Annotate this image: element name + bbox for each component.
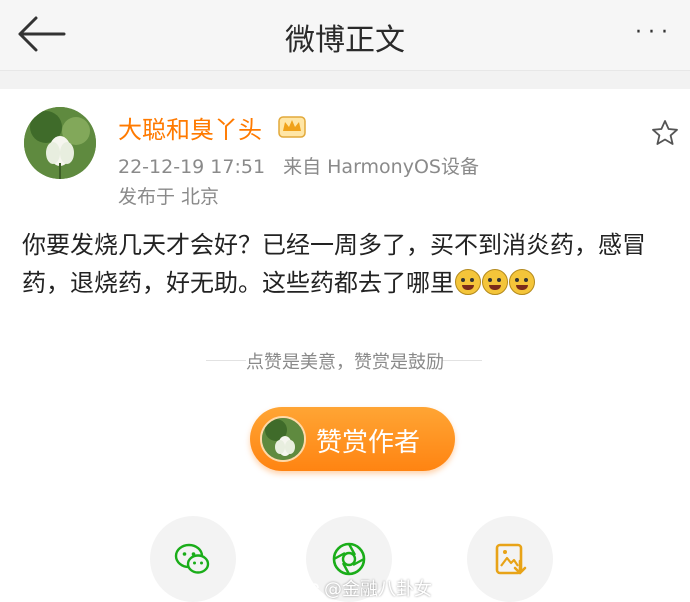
watermark: @金融八卦女 <box>300 575 432 601</box>
author-name[interactable]: 大聪和臭丫头 <box>118 110 262 145</box>
wechat-icon <box>174 543 210 574</box>
post-location: 发布于 北京 <box>118 186 220 208</box>
watermark-text: @金融八卦女 <box>324 579 432 600</box>
vip-crown-icon <box>278 116 306 138</box>
page-title: 微博正文 <box>285 23 405 58</box>
lotus-avatar-image <box>24 107 96 179</box>
post-source: 来自 HarmonyOS设备 <box>283 156 479 178</box>
weibo-logo-icon <box>300 583 319 597</box>
author-avatar[interactable] <box>24 107 96 179</box>
post-meta: 22-12-19 17:51 来自 HarmonyOS设备 <box>118 152 479 179</box>
moments-icon <box>332 542 366 576</box>
save-image-icon <box>495 543 527 575</box>
reward-button-label: 赞赏作者 <box>316 428 421 458</box>
crying-face-emoji <box>509 269 535 295</box>
more-options-icon[interactable]: ··· <box>630 18 674 48</box>
post-body: 你要发烧几天才会好？已经一周多了，买不到消炎药，感冒药，退烧药，好无助。这些药都… <box>22 226 682 302</box>
save-image-button[interactable] <box>467 516 553 602</box>
crying-face-emoji <box>455 269 481 295</box>
reward-hint: 点赞是美意，赞赏是鼓励 <box>246 352 444 373</box>
post-timestamp: 22-12-19 17:51 <box>118 156 266 178</box>
crying-face-emoji <box>482 269 508 295</box>
star-icon[interactable] <box>650 118 680 148</box>
reward-avatar <box>260 416 306 462</box>
reward-author-button[interactable]: 赞赏作者 <box>250 407 455 471</box>
header-gap <box>0 71 690 89</box>
share-wechat-button[interactable] <box>150 516 236 602</box>
top-nav-bar: 微博正文 ··· <box>0 0 690 71</box>
post-text: 你要发烧几天才会好？已经一周多了，买不到消炎药，感冒药，退烧药，好无助。这些药都… <box>22 231 646 297</box>
